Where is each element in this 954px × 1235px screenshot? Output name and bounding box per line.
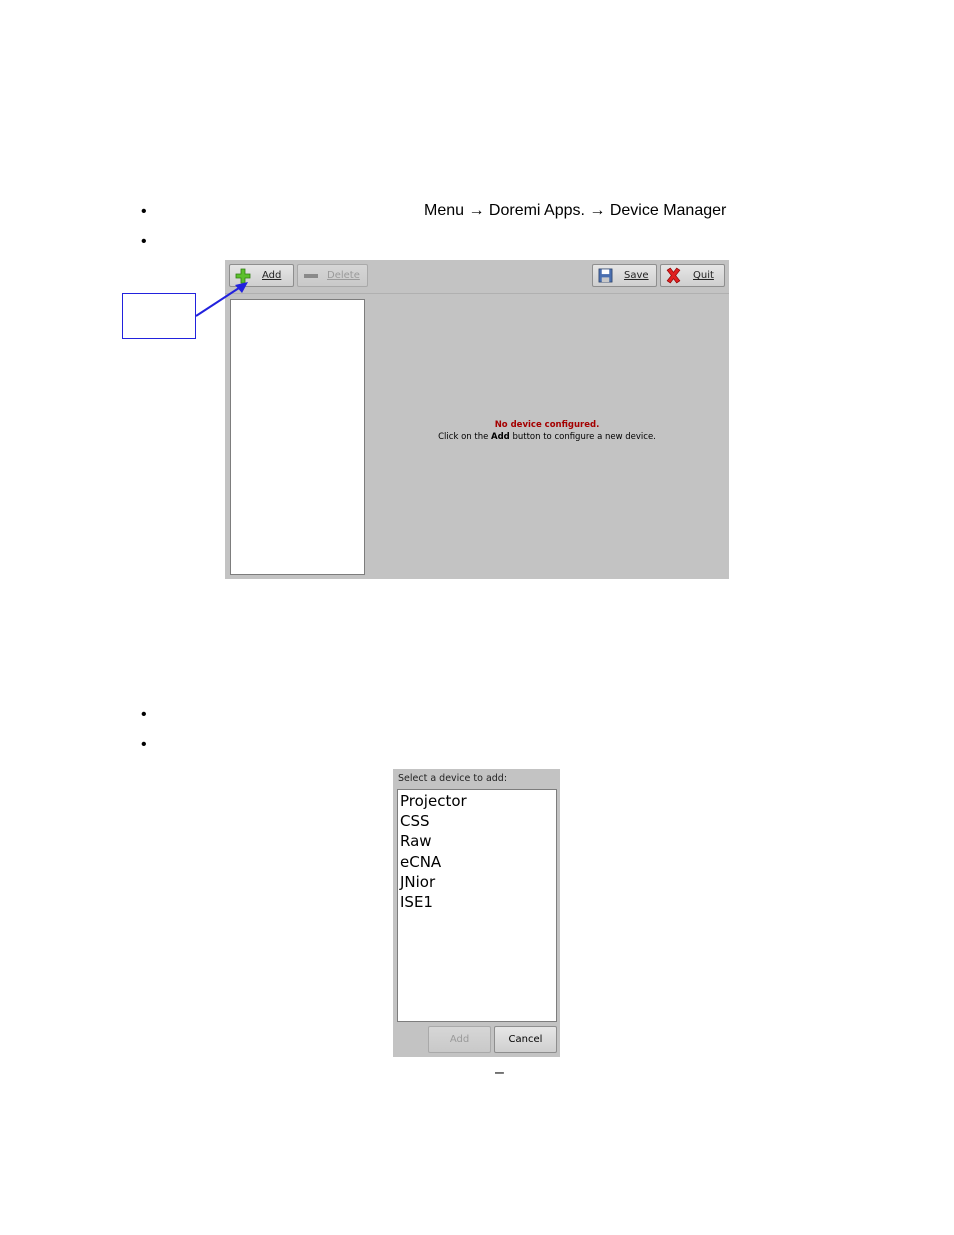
device-manager-window: Add Delete Save Quit No device configure… [225,260,729,579]
dialog-add-button[interactable]: Add [428,1026,491,1053]
caption-dash: – [495,1064,504,1081]
add-button-label: Add [262,270,282,281]
hint-bold: Add [491,432,510,442]
plus-icon [235,268,251,284]
device-list[interactable] [230,299,365,575]
device-option-ecna[interactable]: eCNA [398,852,556,872]
delete-button-label: Delete [327,270,360,281]
dialog-cancel-button[interactable]: Cancel [494,1026,557,1053]
add-button[interactable]: Add [229,264,294,287]
device-option-raw[interactable]: Raw [398,831,556,851]
minus-icon [304,274,318,278]
bullet-1 [141,208,149,216]
delete-button[interactable]: Delete [297,264,368,287]
bullet-3 [141,711,149,719]
device-type-list[interactable]: Projector CSS Raw eCNA JNior ISE1 [397,789,557,1022]
empty-state-title: No device configured. [494,420,600,430]
red-x-icon [666,267,681,284]
save-button[interactable]: Save [592,264,657,287]
device-option-ise1[interactable]: ISE1 [398,892,556,912]
empty-state-message: No device configured. Click on the Add b… [365,419,729,443]
device-option-jnior[interactable]: JNior [398,872,556,892]
add-device-dialog: Select a device to add: Projector CSS Ra… [393,769,560,1057]
save-button-label: Save [624,270,649,281]
hint-suffix: button to configure a new device. [509,432,656,442]
quit-button-label: Quit [693,270,714,281]
device-option-projector[interactable]: Projector [398,791,556,811]
empty-state-hint: Click on the Add button to configure a n… [365,431,729,443]
hint-prefix: Click on the [438,432,492,442]
floppy-disk-icon [598,268,613,283]
toolbar-divider [225,293,729,294]
callout-box [122,293,196,339]
dialog-title: Select a device to add: [398,773,508,784]
bullet-2 [141,238,149,246]
device-option-css[interactable]: CSS [398,811,556,831]
bullet-4 [141,741,149,749]
menu-path-text: Menu → Doremi Apps. → Device Manager [424,202,727,219]
quit-button[interactable]: Quit [660,264,725,287]
